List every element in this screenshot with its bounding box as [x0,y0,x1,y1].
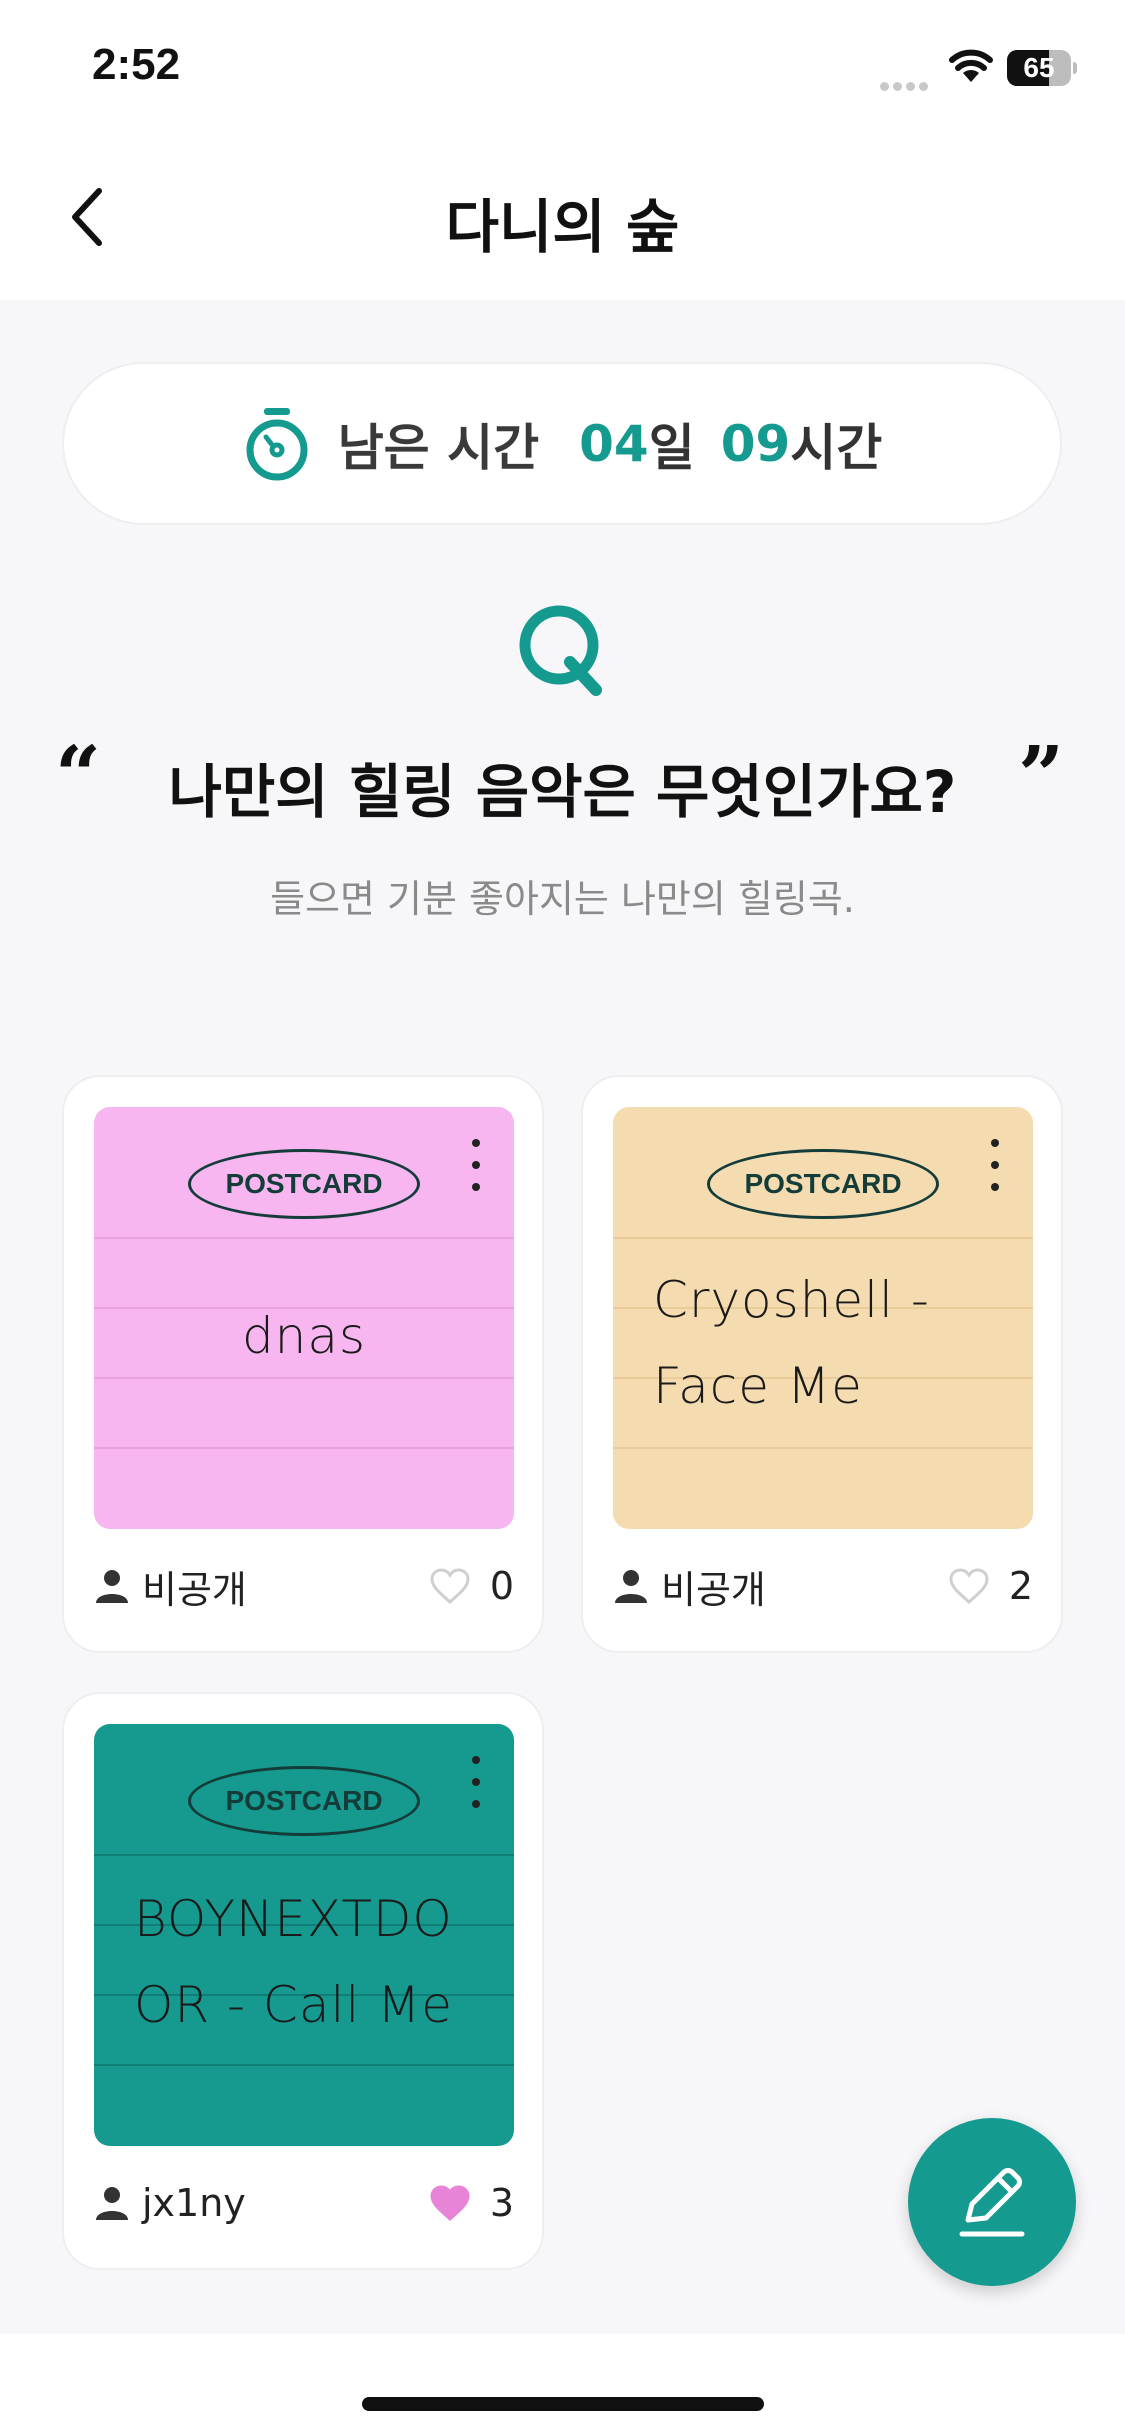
q-mark-icon [512,600,612,700]
postcard[interactable]: POSTCARD Cryoshell - Face Me [613,1107,1033,1529]
bottom-safe-area [0,2334,1125,2436]
postcard-card[interactable]: POSTCARD Cryoshell - Face Me 비공개 2 [581,1075,1063,1653]
heart-icon [430,1568,470,1604]
pencil-icon [959,2168,1025,2237]
heart-icon [949,1568,989,1604]
days-value: 04 [579,414,649,473]
page-title: 다니의 숲 [445,193,680,261]
wifi-icon [948,48,994,88]
person-icon [96,1570,128,1603]
write-button[interactable] [908,2118,1076,2286]
home-indicator[interactable] [362,2397,764,2411]
person-icon [615,1570,647,1603]
more-options-icon[interactable] [464,1135,488,1195]
postcard-card[interactable]: POSTCARD BOYNEXTDO OR - Call Me jx1ny 3 [62,1692,544,2270]
status-bar: 2:52 65 [0,0,1125,135]
stopwatch-icon [242,404,312,484]
question-subtitle: 들으면 기분 좋아지는 나만의 힐링곡. [270,877,855,921]
postcard-badge: POSTCARD [188,1149,420,1219]
battery-icon: 65 [1007,50,1077,86]
like-count: 3 [489,2181,514,2225]
author: 비공개 [94,1559,247,1614]
like-button[interactable]: 2 [949,1564,1033,1608]
question-text: 나만의 힐링 음악은 무엇인가요? [168,758,957,826]
postcard[interactable]: POSTCARD dnas [94,1107,514,1529]
postcard-content: Cryoshell - Face Me [653,1271,930,1415]
remaining-time-label: 남은 시간 [337,418,540,477]
postcard-badge: POSTCARD [188,1766,420,1836]
like-count: 0 [489,1564,514,1608]
author-name: 비공개 [661,1567,766,1612]
hours-value: 09 [720,414,791,473]
like-button[interactable]: 0 [430,1564,514,1608]
postcard-content: BOYNEXTDO OR - Call Me [134,1890,454,2034]
postcard-content: dnas [241,1307,367,1365]
author: 비공개 [613,1559,766,1614]
days-unit: 일 [648,418,695,477]
author-name: jx1ny [142,2181,246,2225]
remaining-time-pill: 남은 시간 04 일 09 시간 [62,362,1062,525]
postcard-badge: POSTCARD [707,1149,939,1219]
status-time: 2:52 [92,40,181,89]
heart-icon [430,2185,470,2221]
postcard-card[interactable]: POSTCARD dnas 비공개 0 [62,1075,544,1653]
postcard[interactable]: POSTCARD BOYNEXTDO OR - Call Me [94,1724,514,2146]
hours-unit: 시간 [790,418,883,477]
close-quote: ” [1018,728,1065,822]
author-name: 비공개 [142,1567,247,1612]
like-button[interactable]: 3 [430,2181,514,2225]
person-icon [96,2187,128,2220]
card-footer: 비공개 0 [94,1551,514,1621]
more-options-icon[interactable] [983,1135,1007,1195]
author: jx1ny [94,2181,246,2225]
cellular-dots-icon [880,76,932,91]
like-count: 2 [1008,1564,1033,1608]
card-footer: 비공개 2 [613,1551,1033,1621]
card-footer: jx1ny 3 [94,2168,514,2238]
navigation-bar: 다니의 숲 [0,135,1125,300]
battery-level: 65 [1023,52,1055,83]
question-row: “ 나만의 힐링 음악은 무엇인가요? ” [0,735,1125,840]
more-options-icon[interactable] [464,1752,488,1812]
